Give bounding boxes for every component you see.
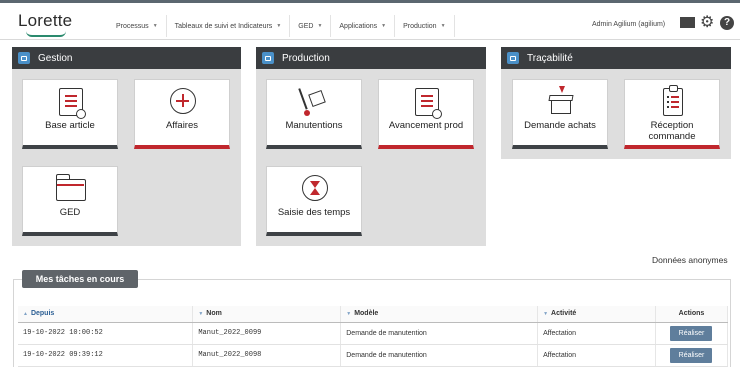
cell-modele: Demande de manutention (340, 344, 539, 367)
tile-label: Saisie des temps (277, 207, 351, 218)
panel-header: Production (256, 47, 486, 69)
gear-icon[interactable]: ⚙ (700, 15, 714, 31)
column-label: Nom (206, 310, 222, 318)
cell-nom: Manut_2022_0098 (192, 344, 342, 367)
chevron-down-icon: ▼ (152, 23, 158, 29)
tile-label: Demande achats (524, 120, 596, 131)
tile-reception-commande[interactable]: Réception commande (624, 79, 720, 149)
top-bar: Lorette Processus ▼ Tableaux de suivi et … (0, 0, 740, 40)
clipboard-icon (663, 85, 683, 116)
panel-header: Traçabilité (501, 47, 731, 69)
hand-truck-icon (298, 88, 330, 116)
cell-actions: Réaliser (655, 322, 729, 345)
nav-label: Tableaux de suivi et Indicateurs (174, 22, 273, 30)
cell-activite: Affectation (537, 322, 656, 345)
window-icon (507, 52, 519, 64)
cell-actions: Réaliser (655, 344, 729, 367)
table-header-row: ▲ Depuis ▼ Nom ▼ Modèle ▼ Activité Actions (18, 306, 729, 323)
tile-label: Manutentions (285, 120, 343, 131)
column-label: Modèle (354, 310, 379, 318)
column-label: Depuis (30, 310, 55, 318)
sort-icon: ▼ (198, 311, 204, 318)
realiser-button[interactable]: Réaliser (670, 347, 713, 363)
mail-icon[interactable] (680, 17, 695, 28)
panel-title: Production (282, 52, 330, 64)
nav-production[interactable]: Production ▼ (395, 15, 455, 37)
tile-manutentions[interactable]: Manutentions (266, 79, 362, 149)
tile-saisie-temps[interactable]: Saisie des temps (266, 166, 362, 236)
window-icon (262, 52, 274, 64)
chevron-down-icon: ▼ (381, 23, 387, 29)
tile-ged[interactable]: GED (22, 166, 118, 236)
panel-gestion: Gestion Base article Affaires GED (12, 47, 241, 246)
table-row: 19-10-2022 10:00:52 Manut_2022_0099 Dema… (18, 322, 729, 345)
panel-title: Gestion (38, 52, 73, 64)
nav-label: Processus (116, 22, 149, 30)
panel-production: Production Manutentions Avancement prod … (256, 47, 486, 246)
user-name[interactable]: Admin Agilium (agilium) (592, 21, 665, 28)
add-circle-icon (170, 88, 196, 114)
chevron-down-icon: ▼ (440, 23, 446, 29)
column-actions: Actions (655, 306, 729, 323)
table-row: 19-10-2022 09:39:12 Manut_2022_0098 Dema… (18, 344, 729, 367)
tile-label: Réception commande (648, 120, 696, 142)
panel-title: Traçabilité (527, 52, 573, 64)
column-activite[interactable]: ▼ Activité (537, 306, 656, 323)
panel-tracabilite: Traçabilité Demande achats Réception com… (501, 47, 731, 159)
column-label: Activité (551, 310, 577, 318)
tile-affaires[interactable]: Affaires (134, 79, 230, 149)
tasks-table: ▲ Depuis ▼ Nom ▼ Modèle ▼ Activité Actions 1… (18, 306, 729, 367)
realiser-button[interactable]: Réaliser (670, 325, 713, 341)
tile-label: Avancement prod (388, 120, 464, 131)
cell-depuis: 19-10-2022 10:00:52 (18, 322, 194, 345)
nav-label: Production (403, 22, 437, 30)
nav-applications[interactable]: Applications ▼ (331, 15, 396, 37)
column-modele[interactable]: ▼ Modèle (340, 306, 539, 323)
nav-processus[interactable]: Processus ▼ (108, 15, 167, 37)
help-icon[interactable]: ? (720, 16, 734, 30)
tile-label: Base article (45, 120, 95, 131)
app-logo[interactable]: Lorette (18, 11, 72, 31)
tile-label: GED (59, 207, 81, 218)
panel-header: Gestion (12, 47, 241, 69)
nav-label: Applications (339, 22, 378, 30)
document-icon (415, 88, 442, 119)
cell-nom: Manut_2022_0099 (192, 322, 342, 345)
hourglass-icon (302, 175, 328, 201)
tasks-tab[interactable]: Mes tâches en cours (22, 270, 138, 288)
tile-label: Affaires (165, 120, 199, 131)
tile-demande-achats[interactable]: Demande achats (512, 79, 608, 149)
sort-icon: ▼ (346, 311, 352, 318)
chevron-down-icon: ▼ (317, 23, 323, 29)
cell-activite: Affectation (537, 344, 656, 367)
chevron-down-icon: ▼ (276, 23, 282, 29)
window-icon (18, 52, 30, 64)
logo-swoosh-icon (26, 31, 66, 37)
column-label: Actions (678, 310, 705, 318)
sort-icon: ▼ (543, 311, 549, 318)
tile-base-article[interactable]: Base article (22, 79, 118, 149)
column-nom[interactable]: ▼ Nom (192, 306, 342, 323)
folder-icon (55, 174, 86, 201)
tile-avancement-prod[interactable]: Avancement prod (378, 79, 474, 149)
anonymous-data-label: Données anonymes (652, 255, 728, 265)
nav-label: GED (298, 22, 314, 30)
main-nav: Processus ▼ Tableaux de suivi et Indicate… (108, 15, 455, 37)
cell-modele: Demande de manutention (340, 322, 539, 345)
document-icon (59, 88, 86, 119)
box-icon (547, 86, 575, 116)
nav-ged[interactable]: GED ▼ (290, 15, 332, 37)
column-depuis[interactable]: ▲ Depuis (18, 306, 194, 323)
sort-asc-icon: ▲ (23, 311, 28, 318)
nav-tableaux[interactable]: Tableaux de suivi et Indicateurs ▼ (167, 15, 291, 37)
cell-depuis: 19-10-2022 09:39:12 (18, 344, 194, 367)
